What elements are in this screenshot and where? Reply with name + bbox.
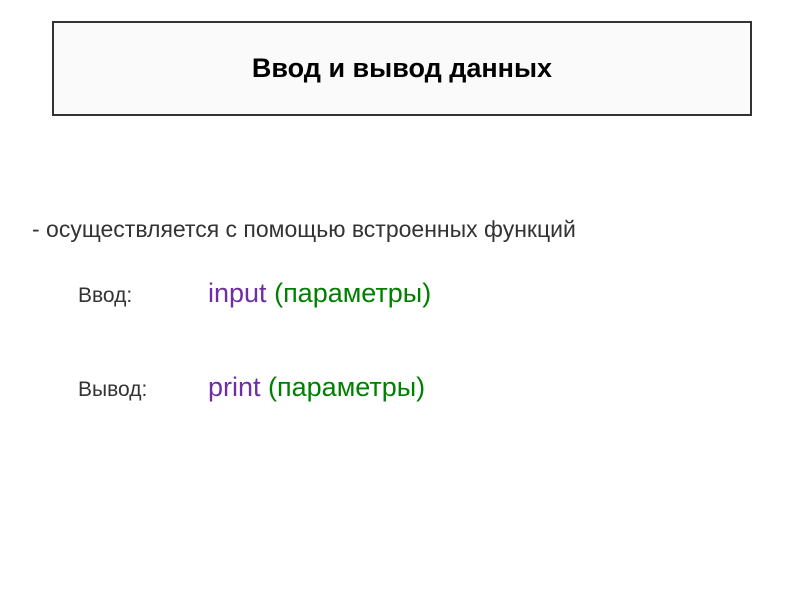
title-box: Ввод и вывод данных	[52, 21, 752, 116]
description-text: - осуществляется с помощью встроенных фу…	[32, 216, 576, 243]
output-func-name: print	[208, 372, 268, 402]
output-open-paren: (	[268, 372, 277, 402]
input-func-name: input	[208, 278, 274, 308]
output-function: print (параметры)	[208, 372, 425, 403]
input-param: параметры	[283, 278, 422, 308]
input-function: input (параметры)	[208, 278, 431, 309]
input-label: Ввод:	[78, 284, 208, 308]
output-label: Вывод:	[78, 378, 208, 402]
output-row: Вывод: print (параметры)	[78, 372, 425, 403]
output-close-paren: )	[416, 372, 425, 402]
input-close-paren: )	[422, 278, 431, 308]
output-param: параметры	[277, 372, 416, 402]
input-row: Ввод: input (параметры)	[78, 278, 431, 309]
slide-title: Ввод и вывод данных	[252, 53, 552, 84]
input-open-paren: (	[274, 278, 283, 308]
